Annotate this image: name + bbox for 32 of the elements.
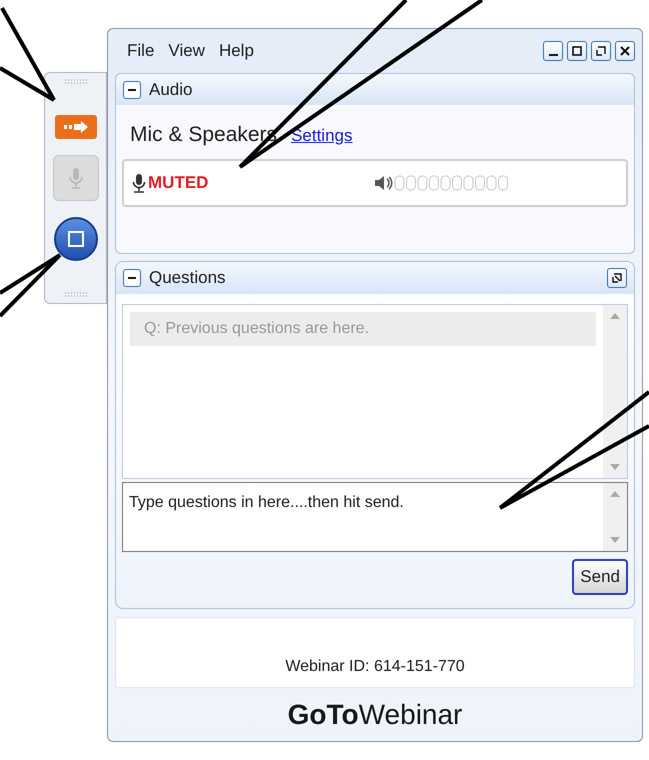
microphone-icon [132,172,146,192]
menu-item[interactable]: View [168,38,205,64]
popout-icon [611,272,623,284]
arrow-icon [62,120,90,134]
restore-icon [595,45,607,57]
collapse-button[interactable] [123,269,141,287]
microphone-icon [68,167,84,189]
popout-button[interactable] [607,268,627,288]
grip-icon [64,292,88,297]
settings-link[interactable]: Settings [291,123,352,148]
minimize-button[interactable] [543,41,563,61]
screen-button[interactable] [54,217,98,261]
arrow-button[interactable] [54,115,96,139]
muted-status: MUTED [148,172,210,194]
restore-button[interactable] [591,41,611,61]
product-logo: GoToWebinar [286,698,464,732]
collapse-button[interactable] [123,80,141,98]
minimize-icon [548,54,558,56]
menu-item[interactable]: Help [218,38,254,64]
menu-item[interactable]: File [127,38,154,64]
maximize-button[interactable] [567,41,587,61]
send-button[interactable]: Send [572,559,628,595]
speaker-icon [374,174,394,190]
question-input[interactable]: Type questions in here....then hit send. [122,482,628,552]
grip-icon [64,79,88,84]
maximize-icon [571,45,583,57]
square-icon [66,229,86,249]
panel-title: Audio [149,78,192,101]
close-icon [619,45,631,57]
panel-title: Questions [149,267,226,290]
close-button[interactable] [615,41,635,61]
webinar-id: Webinar ID: 614-151-770 [285,657,465,677]
